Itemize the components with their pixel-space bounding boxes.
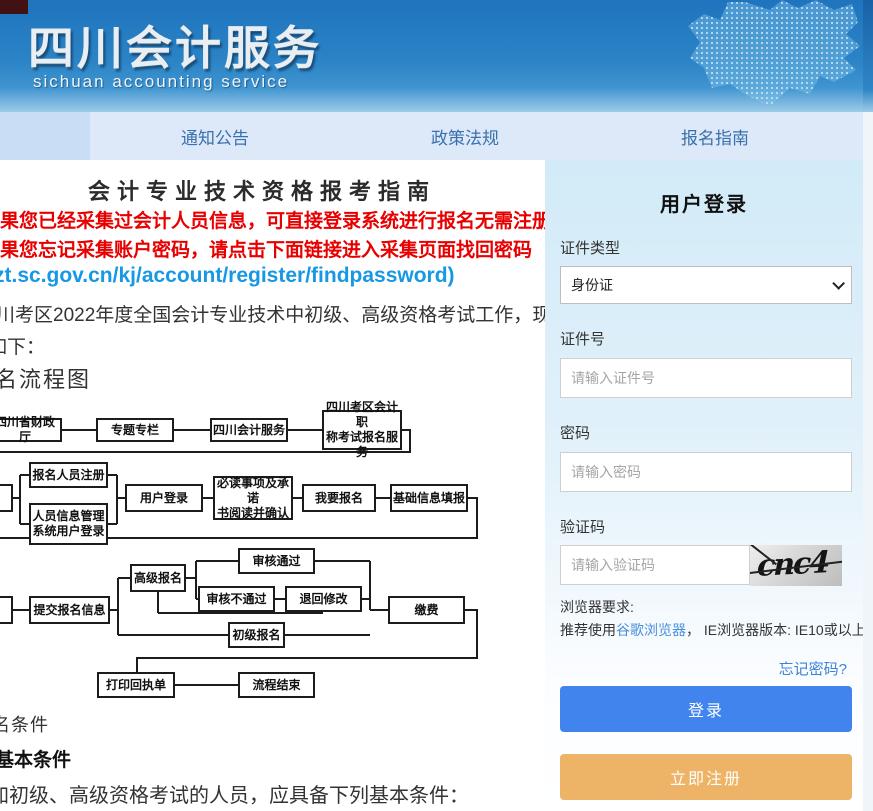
flow-box: 四川考区会计职 称考试报名服务 bbox=[322, 410, 402, 450]
page: 四川会计服务 sichuan accounting service 首页 通知公… bbox=[0, 0, 873, 811]
flow-box: 缴费 bbox=[388, 596, 465, 624]
notice-text-2: 果您忘记采集账户密码，请点击下面链接进入采集页面找回密码 bbox=[0, 235, 532, 262]
browser-req-prefix: 推荐使用 bbox=[560, 622, 616, 638]
conditions-heading: 名条件 bbox=[0, 711, 49, 737]
page-right-gutter bbox=[863, 0, 873, 811]
flow-box: 审核通过 bbox=[238, 548, 315, 574]
main-nav: 首页 通知公告 政策法规 报名指南 bbox=[0, 112, 873, 160]
id-type-label: 证件类型 bbox=[560, 237, 620, 258]
basic-conditions-heading: 基本条件 bbox=[0, 745, 71, 772]
login-panel: 用户登录 证件类型 身份证 证件号 密码 验证码 cnc4 浏览器要求: 推荐使… bbox=[545, 160, 863, 811]
article-title: 会计专业技术资格报考指南 bbox=[0, 174, 524, 206]
login-button[interactable]: 登录 bbox=[560, 686, 852, 732]
findpassword-link[interactable]: zt.sc.gov.cn/kj/account/register/findpas… bbox=[0, 264, 455, 288]
site-logo-title: 四川会计服务 bbox=[28, 12, 322, 78]
nav-tab-guide[interactable]: 报名指南 bbox=[590, 112, 840, 160]
id-type-value: 身份证 bbox=[571, 275, 613, 295]
forgot-password-link[interactable]: 忘记密码? bbox=[779, 658, 847, 679]
nav-tab-notices[interactable]: 通知公告 bbox=[90, 112, 340, 160]
id-number-input[interactable] bbox=[560, 358, 852, 398]
captcha-image[interactable]: cnc4 bbox=[750, 545, 842, 586]
flow-box: 高级报名 bbox=[130, 564, 186, 592]
flow-box: 我要报名 bbox=[302, 484, 376, 512]
flow-box: 人员信息管理 系统用户登录 bbox=[29, 503, 108, 545]
chevron-down-icon bbox=[832, 277, 845, 290]
password-input[interactable] bbox=[560, 452, 852, 492]
chrome-browser-link[interactable]: 谷歌浏览器 bbox=[616, 622, 686, 638]
password-label: 密码 bbox=[560, 422, 590, 443]
page-right-gutter-header bbox=[863, 0, 873, 112]
captcha-input[interactable] bbox=[560, 545, 750, 585]
browser-req-suffix: ， IE浏览器版本: IE10或以上; bbox=[686, 622, 870, 638]
sichuan-map-graphic bbox=[620, 0, 873, 112]
article-paragraph-cont: 如下： bbox=[0, 332, 45, 359]
flow-box: 四川省财政厅 bbox=[0, 418, 62, 442]
browser-requirements-title: 浏览器要求: bbox=[560, 597, 634, 617]
flow-box: 流程结束 bbox=[238, 672, 315, 698]
flow-box: 专题专栏 bbox=[96, 418, 174, 442]
id-number-label: 证件号 bbox=[560, 328, 605, 349]
flow-box-clipped bbox=[0, 596, 13, 624]
site-logo-subtitle: sichuan accounting service bbox=[33, 72, 289, 92]
flow-box: 用户登录 bbox=[125, 484, 203, 512]
login-panel-title: 用户登录 bbox=[545, 188, 863, 217]
site-header: 四川会计服务 sichuan accounting service bbox=[0, 0, 873, 112]
id-type-select[interactable]: 身份证 bbox=[560, 266, 852, 304]
flow-box: 初级报名 bbox=[228, 622, 285, 648]
flowchart-heading: 名流程图 bbox=[0, 362, 91, 394]
nav-tab-home[interactable]: 首页 bbox=[0, 112, 90, 160]
article-area: 会计专业技术资格报考指南 果您已经采集过会计人员信息，可直接登录系统进行报名无需… bbox=[0, 160, 545, 811]
registration-flowchart: 四川省财政厅 专题专栏 四川会计服务 四川考区会计职 称考试报名服务 报名人员注… bbox=[0, 410, 545, 710]
flow-box: 四川会计服务 bbox=[210, 418, 288, 442]
flow-box: 提交报名信息 bbox=[29, 596, 110, 624]
flow-box: 必读事项及承诺 书阅读并确认 bbox=[213, 476, 293, 520]
flow-box-clipped bbox=[0, 484, 13, 512]
flow-box: 审核不通过 bbox=[198, 586, 275, 612]
flow-box: 退回修改 bbox=[285, 586, 362, 612]
flow-box: 基础信息填报 bbox=[390, 484, 468, 512]
flow-box: 打印回执单 bbox=[97, 672, 175, 698]
captcha-label: 验证码 bbox=[560, 516, 605, 537]
browser-requirements-text: 推荐使用谷歌浏览器， IE浏览器版本: IE10或以上; bbox=[560, 620, 870, 640]
flow-box: 报名人员注册 bbox=[29, 462, 108, 488]
notice-text-1: 果您已经采集过会计人员信息，可直接登录系统进行报名无需注册 bbox=[0, 206, 545, 233]
corner-decoration bbox=[0, 0, 28, 14]
register-button[interactable]: 立即注册 bbox=[560, 754, 852, 800]
nav-tab-policies[interactable]: 政策法规 bbox=[340, 112, 590, 160]
conditions-paragraph: 加初级、高级资格考试的人员，应具备下列基本条件： bbox=[0, 779, 469, 808]
article-paragraph: 川考区2022年度全国会计专业技术中初级、高级资格考试工作，现将 bbox=[0, 300, 545, 327]
